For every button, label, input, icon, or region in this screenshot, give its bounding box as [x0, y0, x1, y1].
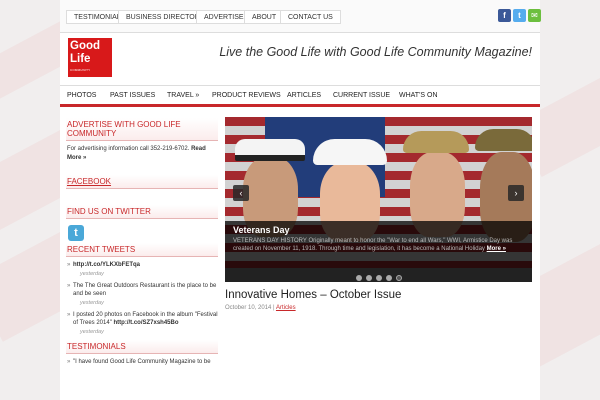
slider-pagination — [225, 268, 532, 282]
advertise-info: For advertising information call 352-219… — [67, 146, 190, 152]
tweet-time: yesterday — [80, 271, 104, 277]
chevron-right-icon[interactable]: › — [508, 185, 524, 201]
slide-excerpt: VETERANS DAY HISTORY Originally meant to… — [233, 237, 524, 253]
site-tagline: Live the Good Life with Good Life Commun… — [219, 45, 532, 59]
nav-past-issues[interactable]: PAST ISSUES — [110, 92, 155, 99]
top-nav: TESTIMONIALS BUSINESS DIRECTORY ADVERTIS… — [60, 0, 541, 33]
testimonial-text: "I have found Good Life Community Magazi… — [73, 359, 211, 365]
email-icon[interactable]: ✉ — [528, 9, 541, 22]
tweet-text: The The Great Outdoors Restaurant is the… — [73, 283, 217, 297]
page-container: TESTIMONIALS BUSINESS DIRECTORY ADVERTIS… — [60, 0, 541, 400]
post-meta-separator: | — [273, 305, 275, 311]
slide-image-cap-3 — [403, 131, 469, 153]
top-nav-contact-us[interactable]: CONTACT US — [280, 10, 341, 24]
slider-dot[interactable] — [375, 275, 382, 281]
nav-articles[interactable]: ARTICLES — [287, 92, 321, 99]
tweet-link[interactable]: http://t.co/SZ7xsh45Bo — [114, 320, 179, 326]
featured-slider[interactable]: ‹ › Veterans Day VETERANS DAY HISTORY Or… — [225, 117, 532, 282]
chevron-left-icon[interactable]: ‹ — [233, 185, 249, 201]
tweet-item: http://t.co/YLKXbFETqa yesterday — [66, 261, 218, 278]
slide-more-link[interactable]: More » — [487, 246, 506, 252]
facebook-icon[interactable]: f — [498, 9, 511, 22]
logo-line-3: COMMUNITY — [70, 68, 91, 72]
nav-whats-on[interactable]: WHAT'S ON — [399, 92, 438, 99]
slide-image-cap-2 — [313, 139, 387, 165]
testimonials-heading: TESTIMONIALS — [66, 340, 218, 354]
post-title[interactable]: Innovative Homes – October Issue — [225, 289, 401, 301]
post-date: October 10, 2014 — [225, 305, 272, 311]
advertise-heading: ADVERTISE WITH GOOD LIFE COMMUNITY — [66, 118, 218, 141]
logo-line-1: Good — [70, 40, 101, 52]
facebook-heading[interactable]: FACEBOOK — [66, 175, 218, 189]
slide-excerpt-text: VETERANS DAY HISTORY Originally meant to… — [233, 238, 513, 252]
nav-travel[interactable]: TRAVEL » — [167, 92, 199, 99]
tweet-time: yesterday — [80, 329, 104, 335]
tweet-item: The The Great Outdoors Restaurant is the… — [66, 282, 218, 307]
slide-image-cap-1 — [235, 139, 305, 161]
slider-dot[interactable] — [385, 275, 392, 281]
slide-caption: Veterans Day VETERANS DAY HISTORY Origin… — [225, 221, 532, 268]
main-nav: PHOTOS PAST ISSUES TRAVEL » PRODUCT REVI… — [60, 85, 540, 107]
site-logo[interactable]: Good Life COMMUNITY — [68, 38, 112, 77]
post-category[interactable]: Articles — [276, 305, 296, 311]
twitter-bird-icon[interactable]: t — [68, 225, 84, 241]
slide-image-cap-4 — [475, 129, 532, 151]
slider-dot[interactable] — [355, 275, 362, 281]
slide-title[interactable]: Veterans Day — [233, 225, 524, 235]
nav-current-issue[interactable]: CURRENT ISSUE — [333, 92, 390, 99]
sidebar: ADVERTISE WITH GOOD LIFE COMMUNITY For a… — [66, 118, 218, 366]
logo-line-2: Life — [70, 53, 91, 65]
slider-dot[interactable] — [365, 275, 372, 281]
testimonial-item: "I have found Good Life Community Magazi… — [66, 358, 218, 366]
nav-product-reviews[interactable]: PRODUCT REVIEWS — [212, 92, 281, 99]
tweet-time: yesterday — [80, 300, 104, 306]
nav-photos[interactable]: PHOTOS — [67, 92, 96, 99]
slider-dot-active[interactable] — [395, 275, 402, 281]
tweet-item: I posted 20 photos on Facebook in the al… — [66, 311, 218, 336]
twitter-heading: FIND US ON TWITTER — [66, 205, 218, 219]
top-nav-about[interactable]: ABOUT — [244, 10, 285, 24]
tweet-link[interactable]: http://t.co/YLKXbFETqa — [73, 262, 140, 268]
recent-tweets-heading: RECENT TWEETS — [66, 243, 218, 257]
advertise-text: For advertising information call 352-219… — [66, 141, 218, 167]
post-meta: October 10, 2014 | Articles — [225, 305, 296, 311]
twitter-icon[interactable]: t — [513, 9, 526, 22]
